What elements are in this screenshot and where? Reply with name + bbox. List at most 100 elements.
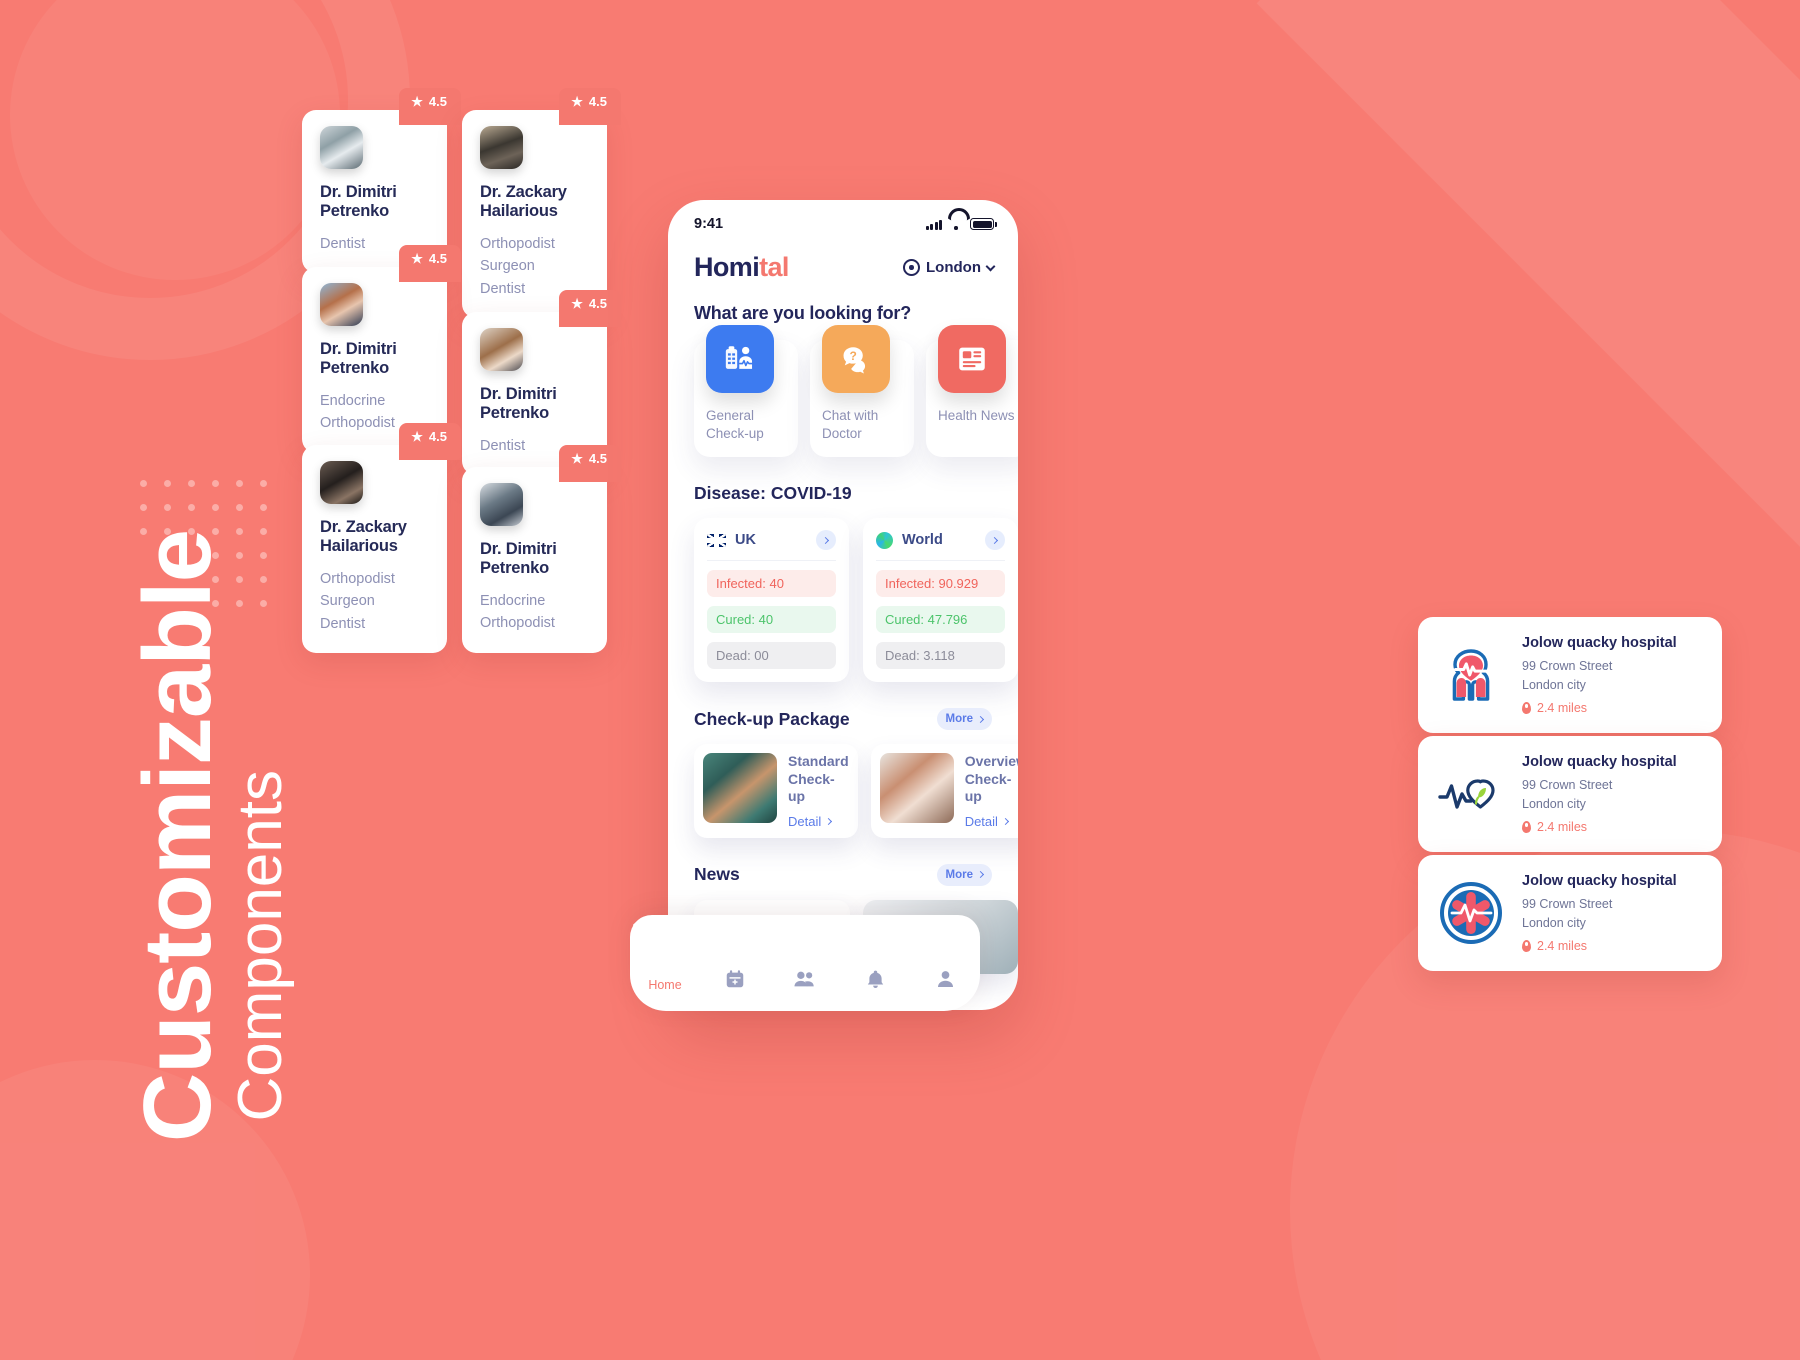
checkup-detail-link[interactable]: Detail [788, 814, 849, 829]
location-selector[interactable]: London [903, 259, 996, 276]
rating-badge: ★ 4.5 [559, 290, 621, 327]
doctor-specialty: Endocrine [480, 592, 546, 609]
page-title: Customizable [124, 530, 231, 1143]
hospital-address: 99 Crown Street London city [1522, 657, 1677, 693]
location-pin-icon [903, 259, 921, 276]
news-more-button[interactable]: More [936, 863, 992, 886]
covid-card-uk[interactable]: UK Infected: 40 Cured: 40 Dead: 00 [694, 518, 849, 683]
rating-value: 4.5 [428, 429, 447, 444]
checkup-card-standard[interactable]: Standard Check-up Detail [694, 744, 858, 838]
tabbar-item-home-button[interactable] [630, 915, 980, 942]
rating-badge: ★ 4.5 [559, 88, 621, 125]
doctor-name: Dr. Zackary Hailarious [480, 183, 567, 221]
avatar [480, 483, 523, 526]
hospital-card[interactable]: Jolow quacky hospital 99 Crown Street Lo… [1418, 855, 1722, 971]
doctor-card[interactable]: ★ 4.5 Dr. Zackary Hailarious Orthopodist… [302, 423, 461, 654]
doctor-name: Dr. Dimitri Petrenko [320, 340, 397, 378]
chevron-right-icon [976, 871, 985, 879]
rating-badge: ★ 4.5 [399, 88, 461, 125]
hospital-distance-value: 2.4 miles [1537, 700, 1588, 715]
hospital-distance-value: 2.4 miles [1537, 938, 1588, 953]
covid-cards-row: UK Infected: 40 Cured: 40 Dead: 00 World… [668, 504, 1018, 683]
checkup-section-title: Check-up Package [694, 708, 850, 729]
hospital-card[interactable]: Jolow quacky hospital 99 Crown Street Lo… [1418, 617, 1722, 733]
more-label: More [945, 713, 973, 726]
chevron-right-icon [825, 817, 833, 825]
star-icon: ★ [411, 94, 423, 109]
doctor-card[interactable]: ★ 4.5 Dr. Dimitri Petrenko Endocrine Ort… [462, 445, 621, 653]
hospital-name: Jolow quacky hospital [1522, 754, 1677, 770]
chat-question-icon: ? [822, 325, 890, 393]
calendar-icon [724, 968, 746, 995]
svg-text:?: ? [849, 349, 856, 363]
quick-action-general-checkup[interactable]: General Check-up [694, 325, 798, 458]
page-subtitle: Components [226, 770, 295, 1122]
rating-badge: ★ 4.5 [399, 423, 461, 460]
doctor-specialty: Orthopodist [480, 235, 555, 252]
checkup-card-title: Standard Check-up [788, 753, 849, 805]
quick-action-chat-doctor[interactable]: ? Chat with Doctor [810, 325, 914, 458]
covid-card-world[interactable]: World Infected: 90.929 Cured: 47.796 Dea… [863, 518, 1018, 683]
checkup-card-overview[interactable]: Overview Check-up Detail [870, 744, 1018, 838]
checkup-section-header: Check-up Package More [668, 682, 1018, 731]
chevron-down-icon [985, 261, 996, 271]
checkup-detail-link[interactable]: Detail [965, 814, 1018, 829]
app-logo: Homital [694, 252, 789, 283]
doctor-specialty: Orthopodist [320, 570, 395, 587]
covid-region-name: World [902, 532, 943, 549]
tabbar-item-profile[interactable] [910, 942, 980, 1038]
checkup-card-title: Overview Check-up [964, 753, 1018, 805]
search-prompt: What are you looking for? [694, 303, 912, 323]
doctor-card[interactable]: ★ 4.5 Dr. Zackary Hailarious Orthopodist… [462, 88, 621, 319]
wifi-icon [948, 218, 964, 230]
hospital-address: 99 Crown Street London city [1522, 895, 1677, 931]
quick-actions-row: General Check-up ? Chat with Doctor Heal… [668, 324, 1018, 458]
checkup-more-button[interactable]: More [936, 708, 992, 731]
covid-stat-dead: Dead: 00 [707, 642, 836, 670]
covid-stat-dead: Dead: 3.118 [876, 642, 1005, 670]
checkup-thumbnail [879, 753, 954, 824]
covid-card-header: UK [707, 530, 836, 562]
star-icon: ★ [411, 429, 423, 444]
doctor-specialty: Surgeon [480, 258, 535, 275]
chevron-right-icon[interactable] [985, 530, 1005, 551]
checkup-thumbnail [703, 753, 777, 824]
tabbar-item-notifications[interactable] [840, 942, 910, 1038]
tabbar-item-home[interactable]: Home [630, 942, 700, 1038]
doctor-specialty: Surgeon [320, 593, 375, 610]
quick-action-label: Health News [938, 408, 1015, 423]
phone-mockup: 9:41 Homital London What are you looking… [668, 200, 1018, 1010]
avatar [320, 461, 363, 504]
hospital-card[interactable]: Jolow quacky hospital 99 Crown Street Lo… [1418, 736, 1722, 852]
chevron-right-icon [1001, 817, 1009, 825]
bell-icon [865, 968, 886, 995]
covid-stat-cured: Cured: 47.796 [876, 606, 1005, 634]
status-bar: 9:41 [668, 200, 1018, 236]
tabbar-item-people[interactable] [770, 942, 840, 1038]
status-time: 9:41 [694, 216, 724, 232]
quick-action-health-news[interactable]: Health News [926, 325, 1018, 458]
location-label: London [926, 259, 981, 276]
rating-value: 4.5 [588, 451, 607, 466]
covid-region-name: UK [735, 532, 756, 549]
status-icons [925, 218, 997, 230]
app-header: Homital London [668, 236, 1018, 283]
covid-stat-cured: Cured: 40 [707, 606, 836, 634]
covid-stat-infected: Infected: 90.929 [876, 570, 1005, 598]
app-logo-part2: tal [759, 252, 789, 282]
detail-label: Detail [788, 813, 822, 829]
home-icon [633, 917, 649, 935]
quick-action-label: Chat with Doctor [822, 408, 879, 442]
hospital-name: Jolow quacky hospital [1522, 635, 1677, 651]
more-label: More [945, 868, 973, 881]
detail-label: Detail [964, 813, 998, 829]
tabbar-item-calendar[interactable] [700, 942, 770, 1038]
hospital-address-line2: London city [1522, 796, 1586, 811]
doctor-specialty: Dentist [320, 615, 366, 632]
uk-flag-icon [707, 533, 726, 547]
hospital-distance: 2.4 miles [1522, 820, 1677, 834]
chevron-right-icon[interactable] [816, 530, 836, 551]
location-pin-icon [1522, 820, 1531, 833]
covid-card-header: World [876, 530, 1005, 562]
hospital-address-line1: 99 Crown Street [1522, 897, 1613, 912]
